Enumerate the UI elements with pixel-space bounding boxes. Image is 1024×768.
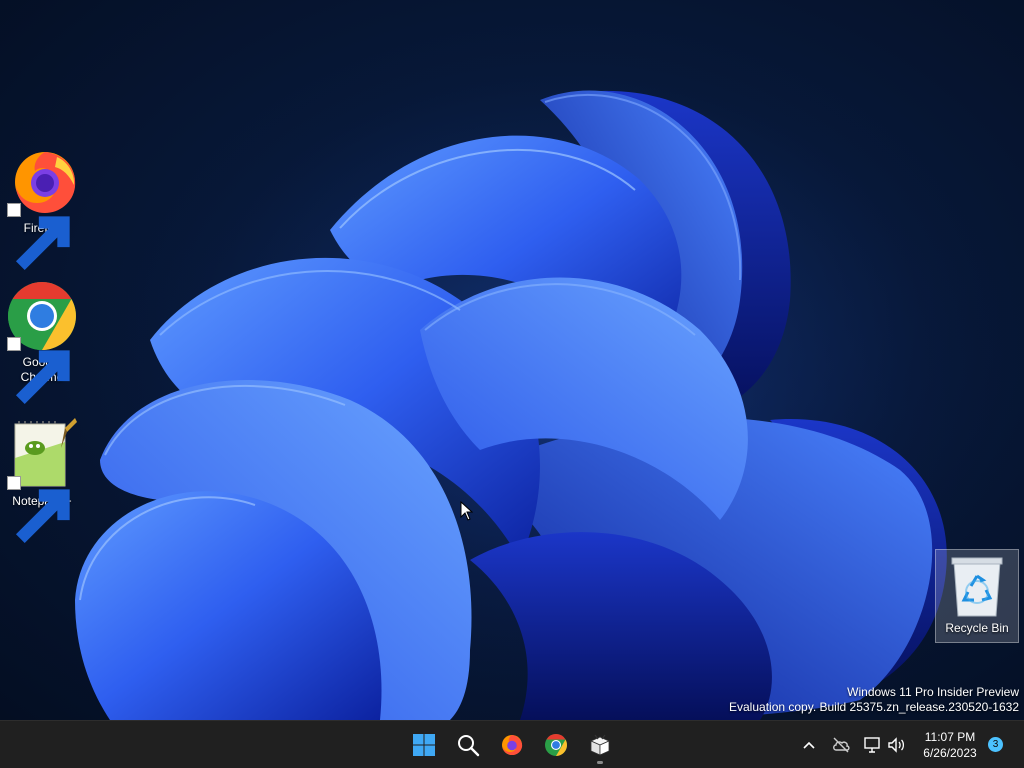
watermark-line-2: Evaluation copy. Build 25375.zn_release.… — [729, 700, 1019, 714]
clock-time: 11:07 PM — [924, 730, 976, 744]
evaluation-watermark: Windows 11 Pro Insider Preview Evaluatio… — [729, 685, 1019, 715]
taskbar-chrome-button[interactable] — [537, 726, 575, 764]
search-icon — [458, 735, 480, 757]
cloud-offline-icon — [833, 737, 850, 753]
mouse-cursor-icon — [460, 501, 473, 521]
windows-start-icon — [413, 734, 435, 756]
desktop-icon-notepadpp[interactable]: Notepad++ — [0, 418, 84, 544]
tray-overflow-button[interactable] — [799, 735, 819, 755]
chrome-icon — [545, 734, 567, 756]
taskbar-start-button[interactable] — [405, 726, 443, 764]
tray-network-button[interactable] — [862, 735, 882, 755]
taskbar-package-button[interactable] — [581, 726, 619, 764]
recycle-bin-label: Recycle Bin — [945, 621, 1009, 635]
recycle-bin-icon — [951, 557, 1003, 617]
desktop-icon-chrome[interactable]: Google Chrome — [0, 279, 84, 405]
wallpaper-bloom — [0, 0, 1024, 720]
shortcut-arrow-icon — [7, 476, 70, 544]
package-icon — [590, 734, 610, 756]
chevron-up-icon — [803, 741, 815, 749]
desktop-icon-firefox[interactable]: Firefox — [0, 145, 84, 271]
notification-badge[interactable]: 3 — [988, 737, 1003, 752]
clock-date: 6/26/2023 — [923, 746, 977, 760]
network-icon — [864, 737, 880, 753]
running-indicator — [597, 761, 603, 764]
taskbar-search-button[interactable] — [449, 726, 487, 764]
taskbar-clock[interactable]: 11:07 PM 6/26/2023 — [908, 729, 992, 761]
taskbar: 11:07 PM 6/26/2023 3 — [0, 720, 1024, 768]
watermark-line-1: Windows 11 Pro Insider Preview — [847, 685, 1019, 699]
shortcut-arrow-icon — [7, 203, 70, 271]
tray-onedrive-button[interactable] — [831, 735, 851, 755]
tray-volume-button[interactable] — [886, 735, 906, 755]
desktop-icon-recycle-bin[interactable]: Recycle Bin — [935, 549, 1019, 643]
shortcut-arrow-icon — [7, 337, 70, 405]
taskbar-firefox-button[interactable] — [493, 726, 531, 764]
firefox-icon — [502, 735, 523, 755]
volume-icon — [888, 737, 905, 753]
desktop[interactable]: Firefox Google Chrome Notepad++ Recycle … — [0, 0, 1024, 720]
